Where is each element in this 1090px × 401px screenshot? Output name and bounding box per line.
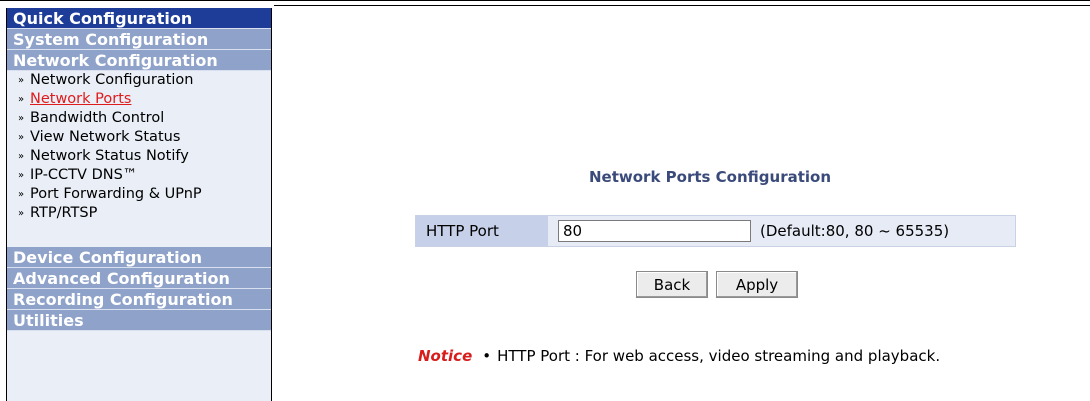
back-button[interactable]: Back bbox=[636, 271, 708, 298]
menu-network-configuration[interactable]: Network Configuration bbox=[7, 50, 271, 71]
double-chevron-icon: » bbox=[18, 170, 25, 181]
double-chevron-icon: » bbox=[18, 113, 25, 124]
http-port-label: HTTP Port bbox=[416, 216, 548, 246]
notice-label: Notice bbox=[418, 347, 473, 365]
apply-button[interactable]: Apply bbox=[716, 271, 798, 298]
menu-device-configuration[interactable]: Device Configuration bbox=[7, 247, 271, 268]
notice-line: Notice • HTTP Port : For web access, video… bbox=[418, 347, 940, 365]
page-title: Network Ports Configuration bbox=[589, 168, 832, 186]
submenu-spacer bbox=[7, 223, 271, 247]
submenu-item-ip-cctv-dns[interactable]: » IP-CCTV DNS™ bbox=[7, 166, 271, 185]
submenu-item-network-status-notify[interactable]: » Network Status Notify bbox=[7, 147, 271, 166]
content-top-border bbox=[274, 5, 1090, 6]
notice-text: HTTP Port : For web access, video stream… bbox=[497, 347, 941, 365]
http-port-hint: (Default:80, 80 ~ 65535) bbox=[760, 222, 950, 240]
top-border bbox=[0, 0, 1090, 1]
submenu-item-network-ports[interactable]: » Network Ports bbox=[7, 90, 271, 109]
double-chevron-icon: » bbox=[18, 75, 25, 86]
double-chevron-icon: » bbox=[18, 132, 25, 143]
submenu-item-rtp-rtsp[interactable]: » RTP/RTSP bbox=[7, 204, 271, 223]
menu-quick-configuration[interactable]: Quick Configuration bbox=[7, 8, 271, 29]
double-chevron-icon: » bbox=[18, 94, 25, 105]
double-chevron-icon: » bbox=[18, 208, 25, 219]
network-submenu: » Network Configuration » Network Ports » B… bbox=[7, 71, 271, 223]
menu-system-configuration[interactable]: System Configuration bbox=[7, 29, 271, 50]
bullet-icon: • bbox=[482, 347, 492, 365]
submenu-item-view-network-status[interactable]: » View Network Status bbox=[7, 128, 271, 147]
double-chevron-icon: » bbox=[18, 151, 25, 162]
http-port-input[interactable] bbox=[558, 220, 751, 242]
menu-advanced-configuration[interactable]: Advanced Configuration bbox=[7, 268, 271, 289]
submenu-item-network-configuration[interactable]: » Network Configuration bbox=[7, 71, 271, 90]
submenu-item-bandwidth-control[interactable]: » Bandwidth Control bbox=[7, 109, 271, 128]
http-port-row: HTTP Port (Default:80, 80 ~ 65535) bbox=[415, 215, 1016, 247]
double-chevron-icon: » bbox=[18, 189, 25, 200]
menu-utilities[interactable]: Utilities bbox=[7, 310, 271, 331]
menu-recording-configuration[interactable]: Recording Configuration bbox=[7, 289, 271, 310]
sidebar-menu: Quick Configuration System Configuration… bbox=[6, 8, 272, 401]
submenu-item-port-forwarding-upnp[interactable]: » Port Forwarding & UPnP bbox=[7, 185, 271, 204]
